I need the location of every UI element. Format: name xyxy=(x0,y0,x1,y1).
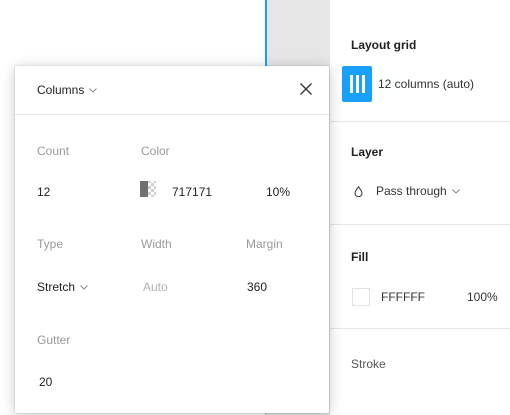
layout-grid-label[interactable]: 12 columns (auto) xyxy=(378,77,474,91)
layout-grid-item[interactable]: 12 columns (auto) xyxy=(342,64,474,104)
grid-color-hex[interactable]: 717171 xyxy=(172,185,212,199)
layout-grid-title: Layout grid xyxy=(351,38,417,52)
fill-section: Fill FFFFFF 100% xyxy=(330,224,510,329)
columns-grid-icon[interactable] xyxy=(342,66,372,102)
popover-title: Columns xyxy=(37,83,85,97)
grid-color-swatch[interactable] xyxy=(140,181,156,197)
count-label: Count xyxy=(37,144,70,158)
gutter-label: Gutter xyxy=(37,333,71,347)
margin-input[interactable]: 360 xyxy=(247,280,267,294)
chevron-down-icon xyxy=(451,188,460,194)
count-input[interactable]: 12 xyxy=(37,185,50,199)
fill-item[interactable]: FFFFFF 100% xyxy=(352,288,498,306)
stroke-title[interactable]: Stroke xyxy=(351,357,386,371)
type-value: Stretch xyxy=(37,280,76,294)
chevron-down-icon xyxy=(80,284,88,290)
fill-opacity-value[interactable]: 100% xyxy=(467,290,498,304)
layer-title: Layer xyxy=(351,145,384,159)
margin-label: Margin xyxy=(246,237,283,251)
layout-grid-section: Layout grid 12 columns (auto) xyxy=(330,0,510,122)
stroke-section: Stroke xyxy=(330,328,510,415)
properties-panel: Layout grid 12 columns (auto) Layer Pass… xyxy=(329,0,510,415)
type-select[interactable]: Stretch xyxy=(37,280,88,294)
drop-icon xyxy=(354,185,363,197)
layer-section: Layer Pass through xyxy=(330,121,510,225)
chevron-down-icon xyxy=(89,87,98,93)
blend-mode-select[interactable]: Pass through xyxy=(354,184,460,198)
grid-color-opacity[interactable]: 10% xyxy=(266,185,290,199)
grid-type-select[interactable]: Columns xyxy=(37,83,98,97)
fill-hex-value[interactable]: FFFFFF xyxy=(381,290,425,304)
fill-title: Fill xyxy=(351,250,369,264)
gutter-input[interactable]: 20 xyxy=(39,375,52,389)
popover-header: Columns xyxy=(15,66,329,115)
fill-color-swatch[interactable] xyxy=(352,288,370,306)
width-label: Width xyxy=(141,237,172,251)
blend-mode-value: Pass through xyxy=(376,184,447,198)
color-label: Color xyxy=(141,144,170,158)
type-label: Type xyxy=(37,237,64,251)
close-icon[interactable] xyxy=(299,82,313,96)
columns-settings-popover: Columns Count Color 12 717171 10% Type W… xyxy=(15,66,329,413)
width-input[interactable]: Auto xyxy=(143,280,168,294)
